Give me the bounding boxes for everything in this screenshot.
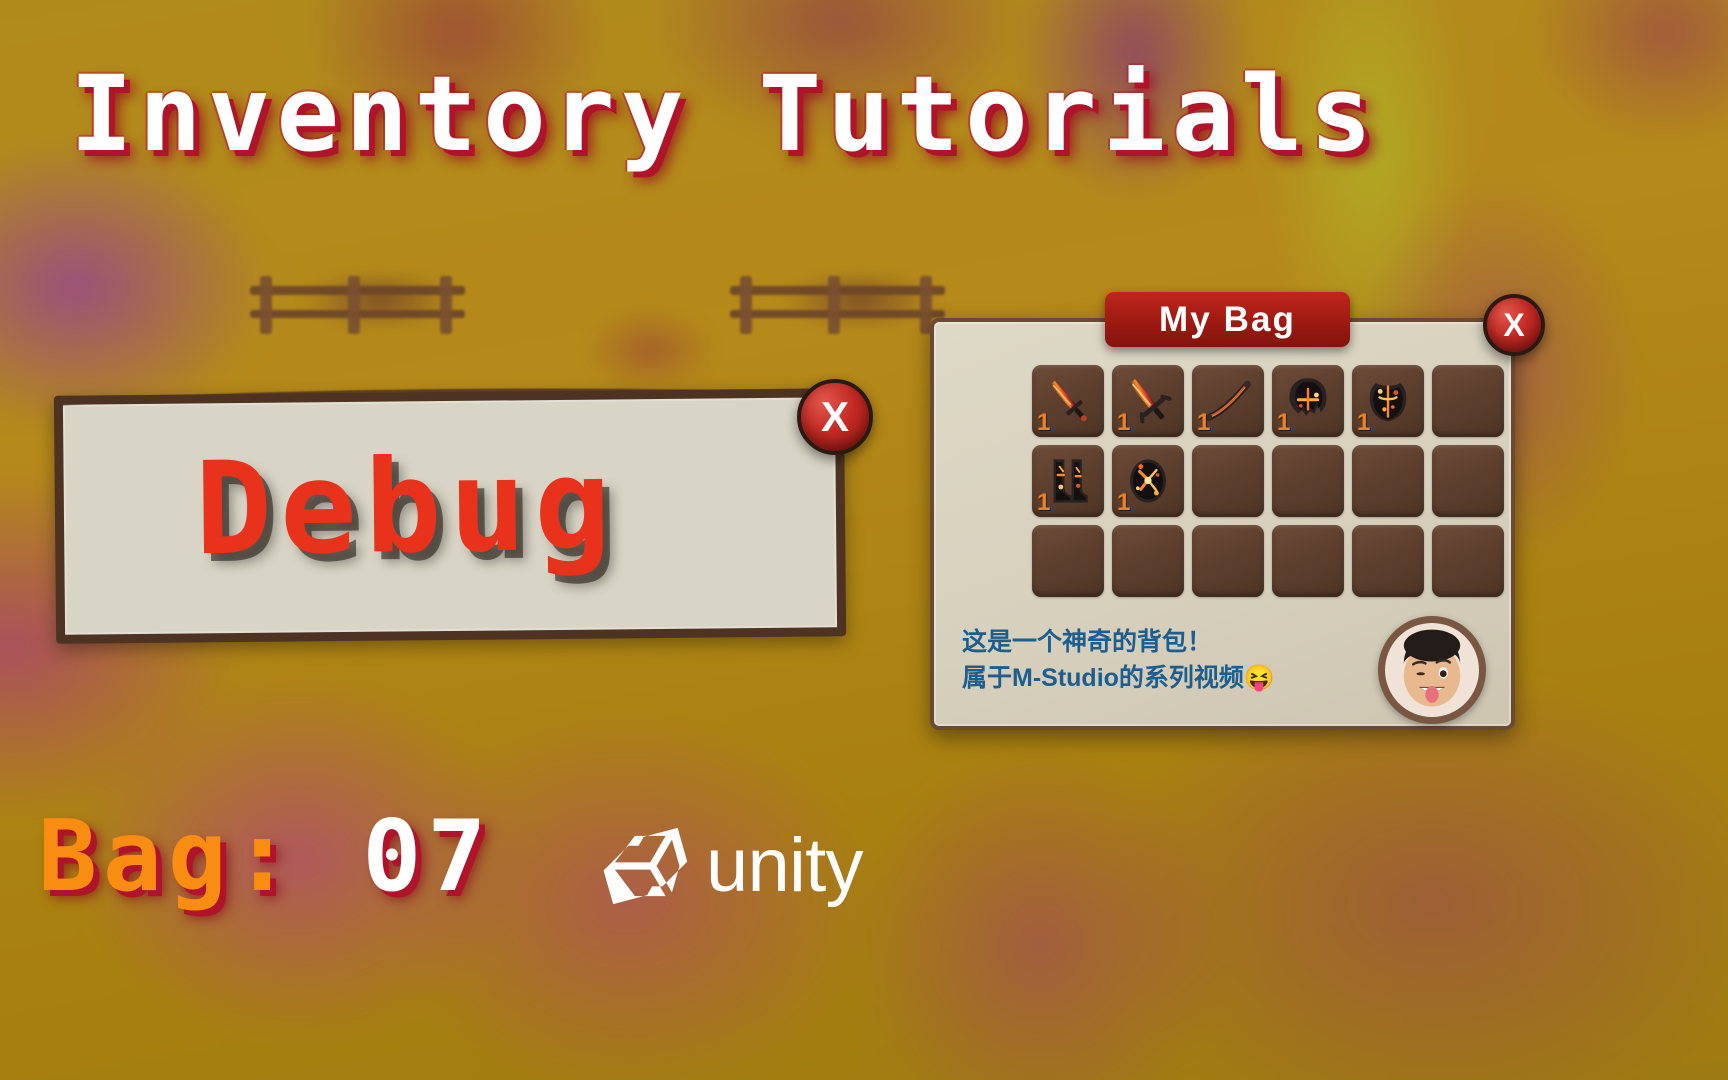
bag-description: 这是一个神奇的背包！ 属于M-Studio的系列视频😝 xyxy=(962,624,1362,697)
page-title: Inventory Tutorials xyxy=(70,53,1379,175)
bag-close-button[interactable]: X xyxy=(1483,294,1545,356)
unity-cube-icon xyxy=(603,827,688,905)
bag-counter-number: 07 xyxy=(362,800,493,914)
inventory-slot-filled[interactable]: 1 xyxy=(1192,365,1264,437)
screenshot-root: Inventory Tutorials Debug X My Bag X 1 1… xyxy=(0,0,1728,1080)
debug-panel: Debug xyxy=(53,388,847,644)
inventory-slot-empty[interactable] xyxy=(1432,365,1504,437)
bag-counter-label: Bag: xyxy=(38,800,298,914)
bag-description-line-2: 属于M-Studio的系列视频😝 xyxy=(962,664,1276,693)
item-quantity: 1 xyxy=(1277,409,1291,436)
inventory-slot-empty[interactable] xyxy=(1112,525,1184,597)
close-icon: X xyxy=(820,393,849,440)
inventory-slot-empty[interactable] xyxy=(1352,445,1424,517)
memoji-avatar-icon xyxy=(1403,629,1461,707)
inventory-slot-empty[interactable] xyxy=(1272,445,1344,517)
item-quantity: 1 xyxy=(1117,489,1131,516)
fence-right-decoration xyxy=(730,276,945,336)
inventory-slot-empty[interactable] xyxy=(1432,525,1504,597)
inventory-slot-filled[interactable]: 1 xyxy=(1112,445,1184,517)
inventory-slot-empty[interactable] xyxy=(1272,525,1344,597)
fence-left-decoration xyxy=(250,276,465,336)
inventory-slot-filled[interactable]: 1 xyxy=(1272,365,1344,437)
inventory-slot-empty[interactable] xyxy=(1432,445,1504,517)
inventory-slot-empty[interactable] xyxy=(1352,525,1424,597)
bag-panel-title: My Bag xyxy=(1105,292,1350,347)
item-quantity: 1 xyxy=(1117,409,1131,436)
item-quantity: 1 xyxy=(1037,489,1051,516)
unity-wordmark: unity xyxy=(706,823,864,908)
inventory-slot-empty[interactable] xyxy=(1192,445,1264,517)
item-quantity: 1 xyxy=(1197,409,1211,436)
inventory-slot-grid: 1 1 1 1 1 1 1 xyxy=(1032,365,1504,597)
bag-title-label: My Bag xyxy=(1158,299,1297,339)
inventory-slot-filled[interactable]: 1 xyxy=(1352,365,1424,437)
inventory-slot-filled[interactable]: 1 xyxy=(1032,445,1104,517)
item-quantity: 1 xyxy=(1357,409,1371,436)
debug-close-button[interactable]: X xyxy=(775,379,873,455)
avatar xyxy=(1378,616,1486,724)
inventory-slot-filled[interactable]: 1 xyxy=(1112,365,1184,437)
unity-logo: unity xyxy=(600,820,864,912)
inventory-slot-empty[interactable] xyxy=(1032,525,1104,597)
inventory-slot-empty[interactable] xyxy=(1192,525,1264,597)
bag-counter: Bag: 07 xyxy=(38,808,492,906)
inventory-slot-filled[interactable]: 1 xyxy=(1032,365,1104,437)
item-quantity: 1 xyxy=(1037,409,1051,436)
bag-description-line-1: 这是一个神奇的背包！ xyxy=(962,628,1213,656)
close-icon: X xyxy=(1503,306,1525,343)
debug-panel-title: Debug xyxy=(194,430,620,585)
